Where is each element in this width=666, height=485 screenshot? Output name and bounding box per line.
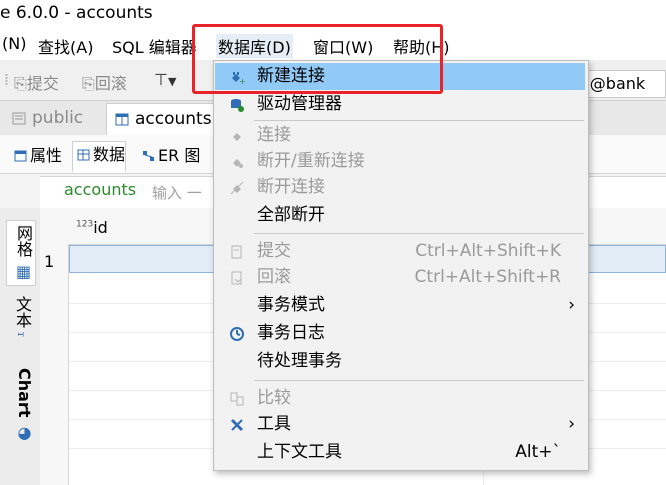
commit-icon bbox=[231, 245, 242, 259]
menu-sql-editor[interactable]: SQL 编辑器 bbox=[110, 34, 199, 58]
menu-item-transaction-mode[interactable]: 事务模式 › bbox=[215, 292, 585, 319]
menu-search[interactable]: 查找(A) bbox=[36, 34, 95, 58]
rollback-button[interactable]: ⎘回滚 bbox=[82, 70, 127, 94]
rollback-icon bbox=[231, 271, 242, 285]
table-icon bbox=[115, 113, 129, 126]
compare-icon bbox=[230, 392, 244, 406]
view-mode-bar: 网格 ▦ 文本 ꭲ Chart ◕ bbox=[0, 208, 41, 485]
commit-button[interactable]: ⎘提交 bbox=[14, 70, 59, 94]
text-icon: ꭲ bbox=[15, 328, 29, 337]
tab-chart-view[interactable]: Chart ◕ bbox=[6, 368, 34, 442]
column-header-id[interactable]: 123id bbox=[76, 218, 108, 237]
tab-public[interactable]: public bbox=[4, 103, 112, 134]
schema-icon bbox=[12, 112, 26, 125]
database-menu-dropdown: + 新建连接 驱动管理器 连接 断开/重新连接 断开连接 全部断开 提交 Ctr… bbox=[213, 60, 589, 471]
menu-item-commit[interactable]: 提交 Ctrl+Alt+Shift+K bbox=[215, 238, 585, 265]
menu-item-reconnect[interactable]: 断开/重新连接 bbox=[215, 148, 585, 175]
menu-bar: (N) 查找(A) SQL 编辑器 数据库(D) 窗口(W) 帮助(H) bbox=[0, 30, 666, 60]
menu-item-context-tools[interactable]: 上下文工具 Alt+` bbox=[215, 439, 585, 466]
driver-manager-icon bbox=[231, 99, 244, 112]
menu-separator bbox=[254, 233, 584, 234]
filter-input[interactable]: 输入 一 bbox=[152, 182, 202, 203]
menu-database[interactable]: 数据库(D) bbox=[216, 34, 293, 58]
menu-item-rollback[interactable]: 回滚 Ctrl+Alt+Shift+R bbox=[215, 264, 585, 291]
dropdown-arrow-icon: ▼ bbox=[167, 75, 177, 88]
transaction-icon: ⊤ bbox=[154, 70, 168, 89]
chart-icon: ◕ bbox=[15, 417, 34, 443]
submenu-arrow-icon: › bbox=[568, 295, 575, 315]
tab-text-view[interactable]: 文本 ꭲ bbox=[6, 296, 34, 337]
svg-text:+: + bbox=[239, 77, 245, 85]
toolbar-grip: ⁞ bbox=[4, 70, 10, 89]
menu-help[interactable]: 帮助(H) bbox=[391, 34, 452, 58]
menu-item-connect[interactable]: 连接 bbox=[215, 122, 585, 149]
filter-table-label: accounts bbox=[64, 180, 137, 199]
title-bar: e 6.0.0 - accounts bbox=[0, 0, 666, 30]
menu-separator bbox=[254, 380, 584, 381]
reconnect-icon bbox=[233, 159, 243, 168]
transaction-mode-button[interactable]: ⊤▼ bbox=[154, 70, 176, 89]
tab-grid-view[interactable]: 网格 ▦ bbox=[6, 220, 36, 287]
row-header-column bbox=[40, 244, 69, 485]
history-icon bbox=[230, 327, 244, 341]
er-diagram-icon bbox=[143, 151, 154, 161]
plug-add-icon: + bbox=[232, 72, 245, 85]
menu-item-transaction-log[interactable]: 事务日志 bbox=[215, 320, 585, 347]
submenu-arrow-icon: › bbox=[568, 414, 575, 434]
tools-icon bbox=[230, 418, 244, 432]
menu-separator bbox=[254, 120, 584, 121]
tab-data[interactable]: 数据 bbox=[72, 141, 127, 172]
menu-item-new-connection[interactable]: + 新建连接 bbox=[215, 63, 585, 90]
menu-item-driver-manager[interactable]: 驱动管理器 bbox=[215, 91, 585, 118]
row-number: 1 bbox=[44, 252, 55, 271]
disconnect-icon bbox=[230, 181, 244, 195]
menu-item-tools[interactable]: 工具 › bbox=[215, 411, 585, 438]
grid-icon: ▦ bbox=[14, 257, 33, 282]
commit-icon: ⎘ bbox=[14, 74, 27, 93]
menu-file[interactable]: (N) bbox=[0, 34, 28, 53]
data-icon bbox=[77, 149, 90, 161]
tab-er-diagram[interactable]: ER 图 bbox=[138, 143, 200, 169]
menu-item-compare[interactable]: 比较 bbox=[215, 385, 585, 412]
tab-properties[interactable]: 属性 bbox=[10, 143, 62, 169]
menu-window[interactable]: 窗口(W) bbox=[311, 34, 375, 58]
window-title: e 6.0.0 - accounts bbox=[0, 3, 153, 23]
properties-icon bbox=[14, 150, 27, 162]
menu-item-disconnect-all[interactable]: 全部断开 bbox=[215, 202, 585, 229]
menu-item-disconnect[interactable]: 断开连接 bbox=[215, 174, 585, 201]
menu-item-pending-transactions[interactable]: 待处理事务 bbox=[215, 348, 585, 375]
plug-icon bbox=[233, 133, 241, 141]
rollback-icon: ⎘ bbox=[82, 74, 95, 93]
